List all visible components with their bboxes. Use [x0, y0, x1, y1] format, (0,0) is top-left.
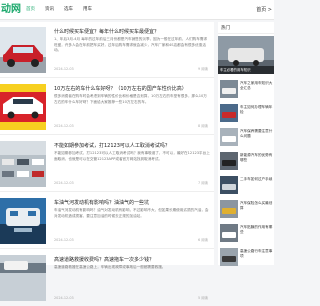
article-thumbnail[interactable]: [0, 27, 46, 73]
article-title[interactable]: 车油气河发动机有影响吗？油油气的一些坑: [54, 199, 210, 206]
sidebar-list-item[interactable]: 汽车保养需要注意什么问题: [218, 124, 274, 150]
nav-item-car-use[interactable]: 用车: [83, 0, 92, 20]
sidebar-item-title[interactable]: 汽车之家用车知识大全汇总: [240, 81, 274, 95]
nav-item-home[interactable]: 首页: [26, 0, 35, 20]
article-title[interactable]: 什么时候买车便宜？每年什么时候买车最便宜？: [54, 28, 210, 35]
article-date: 2024-12-03: [54, 124, 74, 128]
top-nav-bar: 动网 首页 资讯 选车 用车 首页 >: [0, 0, 274, 20]
list-item[interactable]: 车油气河发动机有影响吗？油油气的一些坑 车油气河发动机有影响吗？油气对发动机有影…: [0, 193, 214, 249]
sidebar-item-title[interactable]: 高速公路行车注意事项: [240, 249, 274, 263]
sidebar-item-thumbnail[interactable]: [220, 104, 238, 122]
sidebar-item-title[interactable]: 汽车保养需要注意什么问题: [240, 129, 274, 143]
list-item[interactable]: 10万左右的车什么车好呀？（10万左右的国产车性价比高） 很多消费者在购车时会考…: [0, 79, 214, 135]
article-summary: 很多消费者在购车时会考虑到车辆的性价比和价格是否划算，10万左右的车型有很多，那…: [54, 94, 207, 104]
article-date: 2024-12-03: [54, 181, 74, 185]
sidebar: 热门 车主必看的用车知识 汽车之家用车知识大全汇总 车主如何办理车辆年检 汽车保…: [218, 22, 274, 266]
sidebar-header: 热门: [218, 22, 274, 34]
sidebar-item-thumbnail[interactable]: [220, 176, 238, 194]
nav-item-choose-car[interactable]: 选车: [64, 0, 73, 20]
sidebar-list-item[interactable]: 新能源汽车的优势有哪些: [218, 148, 274, 174]
article-read-count: 6 阅读: [197, 238, 208, 242]
sidebar-item-thumbnail[interactable]: [220, 152, 238, 170]
sidebar-item-title[interactable]: 二手车如何过户手续: [240, 177, 274, 191]
article-date: 2024-12-03: [54, 238, 74, 242]
sidebar-item-title[interactable]: 新能源汽车的优势有哪些: [240, 153, 274, 167]
article-thumbnail[interactable]: [0, 84, 46, 130]
article-title[interactable]: 不能如期参加考试，打12123可以人工取消考试吗？: [54, 142, 210, 149]
article-thumbnail[interactable]: [0, 141, 46, 187]
article-title[interactable]: 高速道路救援收费吗？高速拖车一次多少钱？: [54, 256, 210, 263]
nav-item-news[interactable]: 资讯: [45, 0, 54, 20]
sidebar-item-title[interactable]: 汽车贴膜的作用有哪些: [240, 225, 274, 239]
article-thumbnail[interactable]: [0, 255, 46, 301]
article-read-count: 5 阅读: [197, 296, 208, 300]
sidebar-heading: 热门: [221, 26, 230, 31]
article-title[interactable]: 10万左右的车什么车好呀？（10万左右的国产车性价比高）: [54, 85, 210, 92]
sidebar-item-thumbnail[interactable]: [220, 128, 238, 146]
article-read-count: 9 阅读: [197, 67, 208, 71]
sidebar-list-item[interactable]: 汽车保险怎么买最划算: [218, 196, 274, 222]
article-summary: 不能如期参加考试，打12123可以人工取消考试吗？我有事耽误了，不可以，最好在1…: [54, 151, 210, 161]
article-list: 什么时候买车便宜？每年什么时候买车最便宜？ 1、年后3月-4月 每年的过年前后三…: [0, 22, 214, 301]
sidebar-item-thumbnail[interactable]: [220, 224, 238, 242]
sidebar-list-item[interactable]: 汽车之家用车知识大全汇总: [218, 76, 274, 102]
sidebar-item-title[interactable]: 汽车保险怎么买最划算: [240, 201, 274, 215]
article-read-count: 7 阅读: [197, 181, 208, 185]
sidebar-item-thumbnail[interactable]: [220, 80, 238, 98]
article-summary: 高速道路救援在高速公路上，车辆出现故障或事故后一般都需要救援。: [54, 265, 166, 269]
sidebar-list-item[interactable]: 汽车贴膜的作用有哪些: [218, 220, 274, 246]
sidebar-item-title[interactable]: 车主如何办理车辆年检: [240, 105, 274, 119]
article-summary: 车油气河发动机有影响吗？油气对发动机有影响，不过影响不大，但如果长期使用劣质的汽…: [54, 208, 209, 218]
list-item[interactable]: 什么时候买车便宜？每年什么时候买车最便宜？ 1、年后3月-4月 每年的过年前后三…: [0, 22, 214, 78]
article-read-count: 8 阅读: [197, 124, 208, 128]
list-item[interactable]: 不能如期参加考试，打12123可以人工取消考试吗？ 不能如期参加考试，打1212…: [0, 136, 214, 192]
sidebar-item-thumbnail[interactable]: [220, 200, 238, 218]
sidebar-list-item[interactable]: 二手车如何过户手续: [218, 172, 274, 198]
list-item[interactable]: 高速道路救援收费吗？高速拖车一次多少钱？ 高速道路救援在高速公路上，车辆出现故障…: [0, 250, 214, 306]
sidebar-list-item[interactable]: 车主如何办理车辆年检: [218, 100, 274, 126]
article-date: 2024-12-03: [54, 296, 74, 300]
article-summary: 1、年后3月-4月 每年的过年前后三月份都是汽车销售的淡季，因为一般在过年前，人…: [54, 37, 208, 53]
article-thumbnail[interactable]: [0, 198, 46, 244]
sidebar-feature-image[interactable]: 车主必看的用车知识: [218, 36, 274, 74]
article-date: 2024-12-03: [54, 67, 74, 71]
sidebar-list-item[interactable]: 高速公路行车注意事项: [218, 244, 274, 270]
sidebar-item-thumbnail[interactable]: [220, 248, 238, 266]
main-nav: 首页 资讯 选车 用车: [26, 0, 92, 20]
sidebar-feature-caption[interactable]: 车主必看的用车知识: [218, 66, 274, 74]
breadcrumb-home[interactable]: 首页 >: [256, 6, 272, 13]
site-logo[interactable]: 动网: [0, 0, 22, 20]
